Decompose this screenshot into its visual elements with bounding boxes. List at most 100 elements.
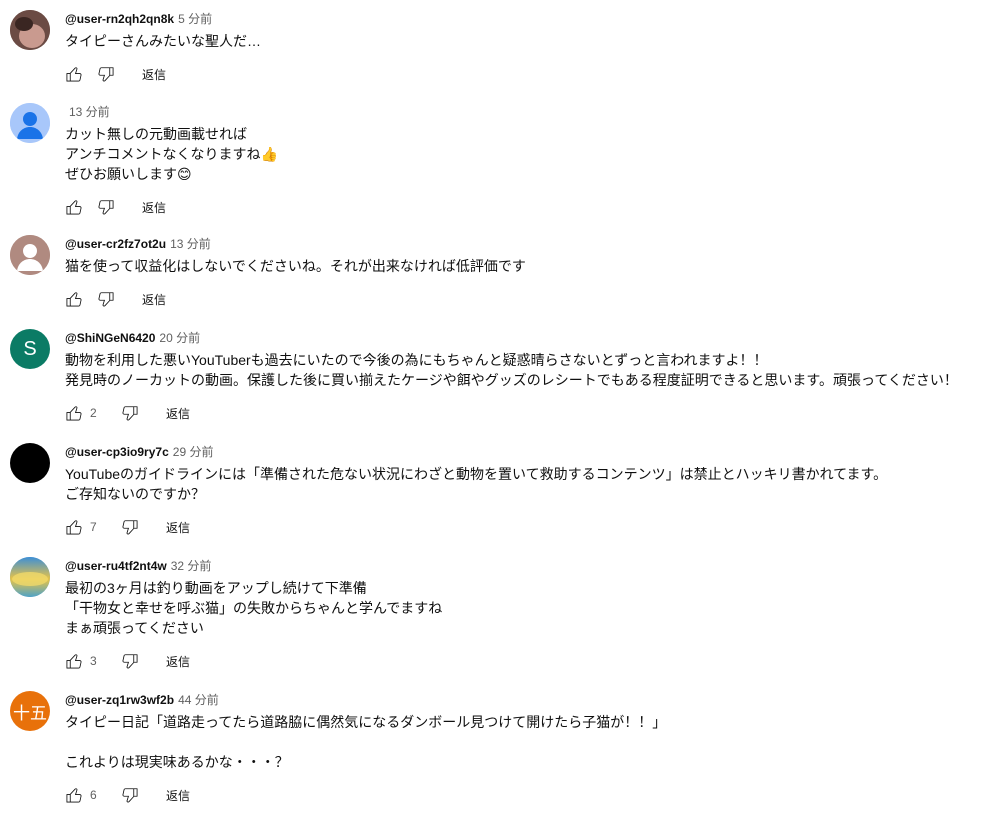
reply-button[interactable]: 返信 — [142, 66, 166, 83]
reply-button[interactable]: 返信 — [142, 291, 166, 308]
thumbs-down-icon — [120, 651, 140, 671]
like-button[interactable] — [62, 515, 86, 539]
comment-header: @user-rn2qh2qn8k 5 分前 — [65, 10, 212, 28]
timestamp-link[interactable]: 44 分前 — [178, 693, 219, 707]
author-name[interactable]: @user-zq1rw3wf2b — [65, 693, 174, 707]
comment-actions: 6 返信 — [62, 783, 190, 807]
avatar-photo — [10, 10, 50, 50]
thumbs-up-icon — [64, 197, 84, 217]
avatar[interactable] — [10, 235, 50, 275]
comment-actions: 7 返信 — [62, 515, 190, 539]
comment-actions: 返信 — [62, 287, 166, 311]
comment: 十五 @user-zq1rw3wf2b 44 分前タイピー日記「道路走ってたら道路脇… — [0, 691, 1002, 807]
comment-line: YouTubeのガイドラインには「準備された危ない状況にわざと動物を置いて救助す… — [65, 466, 888, 482]
thumbs-down-icon — [120, 517, 140, 537]
comment-text: タイピー日記「道路走ってたら道路脇に偶然気になるダンボール見つけて開けたら子猫が… — [65, 712, 666, 772]
comment-list: @user-rn2qh2qn8k 5 分前 タイピーさんみたいな聖人だ… 返信 13 分… — [0, 0, 1002, 820]
dislike-button[interactable] — [118, 649, 142, 673]
like-count: 6 — [90, 788, 97, 802]
comment-line: ご存知ないのですか？ — [65, 486, 205, 502]
comment-line: 動物を利用した悪いYouTuberも過去にいたので今後の為にもちゃんと疑惑晴らさ… — [65, 352, 768, 368]
thumbs-up-icon — [64, 289, 84, 309]
comment-line — [65, 732, 666, 752]
comment-actions: 返信 — [62, 195, 166, 219]
timestamp-link[interactable]: 29 分前 — [173, 445, 214, 459]
reply-button[interactable]: 返信 — [166, 787, 190, 804]
avatar[interactable] — [10, 557, 50, 597]
thumbs-down-icon — [120, 785, 140, 805]
thumbs-down-icon — [120, 403, 140, 423]
thumbs-up-icon — [64, 517, 84, 537]
like-button[interactable] — [62, 783, 86, 807]
comment-header: @user-cr2fz7ot2u 13 分前 — [65, 235, 211, 253]
comment-line: タイピーさんみたいな聖人だ… — [65, 33, 261, 49]
like-count: 2 — [90, 406, 97, 420]
timestamp-link[interactable]: 32 分前 — [171, 559, 212, 573]
comment-line: まぁ頑張ってください — [65, 620, 204, 636]
like-count: 3 — [90, 654, 97, 668]
dislike-button[interactable] — [118, 401, 142, 425]
author-name[interactable]: @user-ru4tf2nt4w — [65, 559, 167, 573]
comment-line: 最初の3ヶ月は釣り動画をアップし続けて下準備 — [65, 580, 367, 596]
like-button[interactable] — [62, 401, 86, 425]
comment-actions: 3 返信 — [62, 649, 190, 673]
comment-text: YouTubeのガイドラインには「準備された危ない状況にわざと動物を置いて救助す… — [65, 464, 887, 504]
like-button[interactable] — [62, 649, 86, 673]
dislike-button[interactable] — [94, 287, 118, 311]
comment-text: 最初の3ヶ月は釣り動画をアップし続けて下準備 「干物女と幸せを呼ぶ猫」の失敗からち… — [65, 578, 442, 638]
comment-line: アンチコメントなくなりますね👍 — [65, 146, 278, 162]
comment-header: @user-cp3io9ry7c 29 分前 — [65, 443, 213, 461]
comment: @user-ru4tf2nt4w 32 分前最初の3ヶ月は釣り動画をアップし続けて… — [0, 557, 1002, 673]
comment-text: 動物を利用した悪いYouTuberも過去にいたので今後の為にもちゃんと疑惑晴らさ… — [65, 350, 958, 390]
thumbs-down-icon — [96, 289, 116, 309]
comment: 13 分前 カット無しの元動画載せれば アンチコメントなくなりますね👍 ぜひお願いしま… — [0, 103, 1002, 219]
avatar-letter: S — [23, 337, 37, 360]
comment-header: @ShiNGeN6420 20 分前 — [65, 329, 200, 347]
comment: S @ShiNGeN6420 20 分前動物を利用した悪いYouTuberも過去にい… — [0, 329, 1002, 425]
comment: @user-cr2fz7ot2u 13 分前猫を使って収益化はしないでくださいね。… — [0, 235, 1002, 311]
comment-line: ぜひお願いします😊 — [65, 166, 192, 182]
like-button[interactable] — [62, 287, 86, 311]
comment-header: @user-ru4tf2nt4w 32 分前 — [65, 557, 211, 575]
reply-button[interactable]: 返信 — [142, 199, 166, 216]
thumbs-up-icon — [64, 785, 84, 805]
comment-line: これよりは現実味あるかな・・・？ — [65, 754, 289, 770]
like-count: 7 — [90, 520, 97, 534]
thumbs-up-icon — [64, 64, 84, 84]
comment-line: 猫を使って収益化はしないでくださいね。それが出来なければ低評価です — [65, 258, 526, 274]
timestamp-link[interactable]: 13 分前 — [170, 237, 211, 251]
avatar[interactable]: S — [10, 329, 50, 369]
dislike-button[interactable] — [94, 195, 118, 219]
thumbs-up-icon — [64, 651, 84, 671]
reply-button[interactable]: 返信 — [166, 405, 190, 422]
thumbs-down-icon — [96, 197, 116, 217]
comment-actions: 返信 — [62, 62, 166, 86]
like-button[interactable] — [62, 62, 86, 86]
comment-header: @user-zq1rw3wf2b 44 分前 — [65, 691, 219, 709]
avatar[interactable] — [10, 10, 50, 50]
comment-text: 猫を使って収益化はしないでくださいね。それが出来なければ低評価です — [65, 256, 526, 276]
dislike-button[interactable] — [118, 783, 142, 807]
default-user-icon — [10, 103, 50, 143]
author-name[interactable]: @user-rn2qh2qn8k — [65, 12, 174, 26]
dislike-button[interactable] — [94, 62, 118, 86]
timestamp-link[interactable]: 13 分前 — [69, 105, 110, 119]
thumbs-down-icon — [96, 64, 116, 84]
avatar[interactable]: 十五 — [10, 691, 50, 731]
avatar-gradient — [10, 557, 50, 597]
comment-line: タイピー日記「道路走ってたら道路脇に偶然気になるダンボール見つけて開けたら子猫が… — [65, 714, 667, 730]
reply-button[interactable]: 返信 — [166, 519, 190, 536]
dislike-button[interactable] — [118, 515, 142, 539]
comment-text: カット無しの元動画載せれば アンチコメントなくなりますね👍 ぜひお願いします😊 — [65, 124, 278, 184]
timestamp-link[interactable]: 20 分前 — [159, 331, 200, 345]
comment-text: タイピーさんみたいな聖人だ… — [65, 31, 261, 51]
avatar[interactable] — [10, 443, 50, 483]
timestamp-link[interactable]: 5 分前 — [178, 12, 212, 26]
comment-line: 発見時のノーカットの動画。保護した後に買い揃えたケージや餌やグッズのレシートでも… — [65, 372, 958, 388]
reply-button[interactable]: 返信 — [166, 653, 190, 670]
like-button[interactable] — [62, 195, 86, 219]
avatar[interactable] — [10, 103, 50, 143]
author-name[interactable]: @user-cr2fz7ot2u — [65, 237, 166, 251]
author-name[interactable]: @ShiNGeN6420 — [65, 331, 155, 345]
author-name[interactable]: @user-cp3io9ry7c — [65, 445, 169, 459]
